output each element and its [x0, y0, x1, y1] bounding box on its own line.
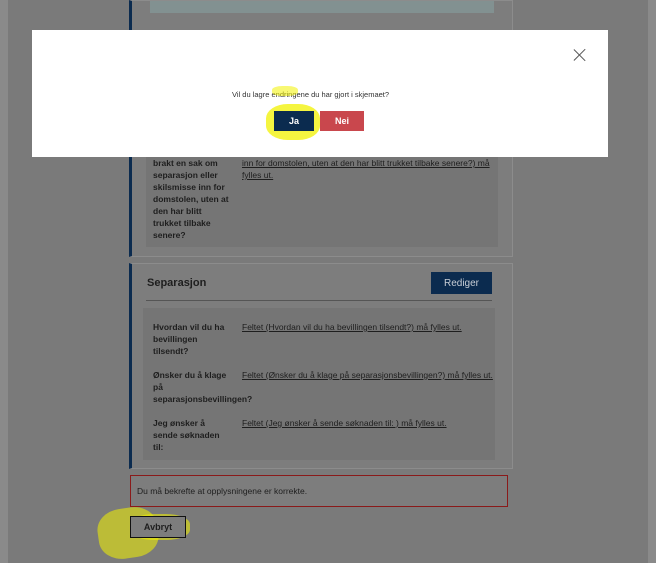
divider [146, 300, 492, 301]
page-strip-right [648, 0, 656, 563]
field-error-text: Feltet (Jeg ønsker å sende søknaden til:… [242, 418, 447, 428]
field-label: brakt en sak om separasjon eller skilsmi… [153, 158, 229, 240]
confirm-error-box: Du må bekrefte at opplysningene er korre… [130, 475, 508, 507]
field-error-text: Feltet (Hvordan vil du ha bevillingen ti… [242, 322, 462, 332]
field-label: Hvordan vil du ha bevillingen tilsendt? [153, 322, 225, 356]
no-button[interactable]: Nei [320, 111, 364, 131]
highlight-mark [272, 86, 298, 96]
edit-button[interactable]: Rediger [431, 272, 492, 294]
section-header-band [150, 1, 494, 13]
close-icon[interactable] [572, 47, 588, 63]
field-label: Jeg ønsker å sende søknaden til: [153, 418, 220, 452]
field-label: Ønsker du å klage på separasjonsbevillin… [153, 370, 253, 404]
field-error-text: Feltet (Ønsker du å klage på separasjons… [242, 370, 493, 380]
page-strip-left [0, 0, 8, 563]
cancel-button[interactable]: Avbryt [130, 516, 186, 538]
yes-button[interactable]: Ja [274, 111, 314, 131]
field-error-text: inn for domstolen, uten at den har blitt… [242, 158, 490, 180]
dialog-question: Vil du lagre endringene du har gjort i s… [232, 90, 390, 99]
section-title: Separasjon [147, 277, 207, 289]
